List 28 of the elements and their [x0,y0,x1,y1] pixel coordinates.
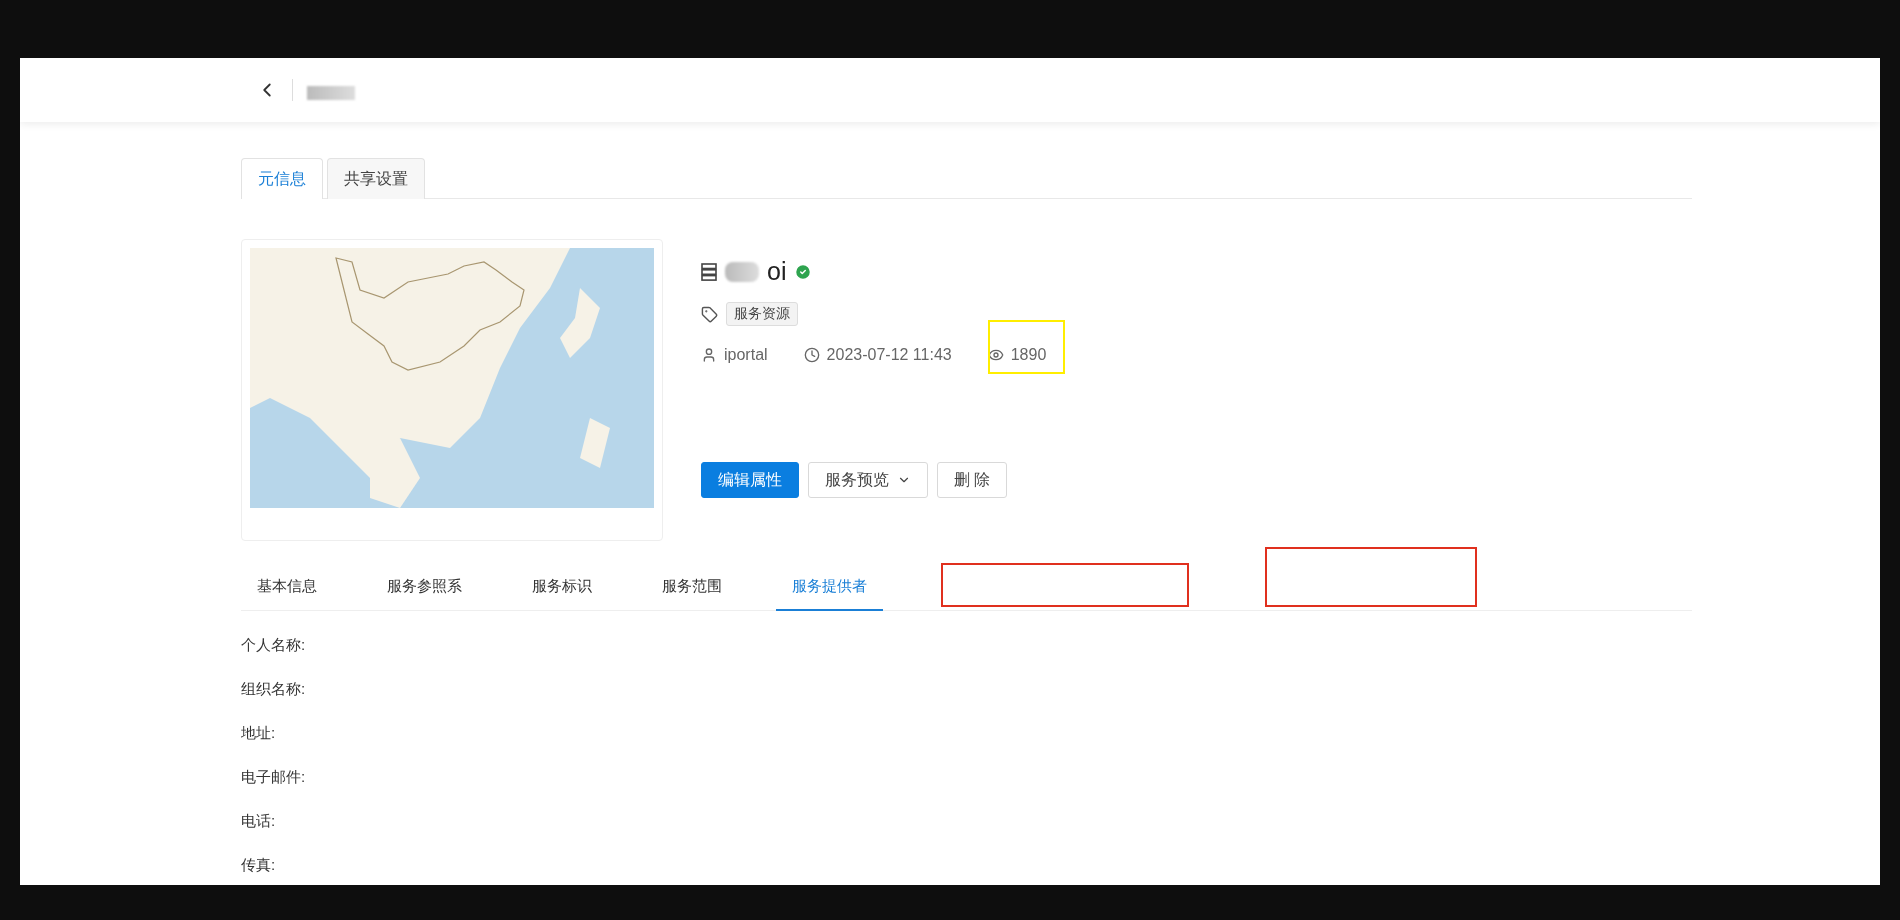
preview-dropdown-button[interactable]: 服务预览 [808,462,928,498]
server-icon [701,262,717,281]
field-label: 个人名称: [241,636,307,655]
service-tag: 服务资源 [726,302,798,326]
tag-icon [701,305,718,323]
edit-button[interactable]: 编辑属性 [701,462,799,498]
blurred-title [725,261,759,282]
blurred-title [307,86,355,100]
field-label: 地址: [241,724,277,743]
tab[interactable]: 服务范围 [646,565,738,611]
field-label: 组织名称: [241,680,307,699]
owner-name: iportal [724,346,768,364]
eye-icon [987,347,1004,363]
clock-icon [803,347,820,363]
created-time: 2023-07-12 11:43 [826,346,952,364]
service-title: oi [767,257,787,286]
view-count: 1890 [1010,346,1047,364]
field-label: 电话: [241,812,277,831]
tab[interactable]: 服务标识 [516,565,608,611]
tab[interactable]: 共享设置 [327,158,425,199]
delete-button[interactable]: 删 除 [937,462,1008,498]
field-label: 传真: [241,856,277,875]
tab[interactable]: 服务提供者 [776,565,883,611]
tab[interactable]: 服务参照系 [371,565,478,611]
tab[interactable]: 基本信息 [241,565,333,611]
field-label: 电子邮件: [241,768,307,787]
tab[interactable]: 元信息 [241,158,323,199]
user-icon [701,347,717,363]
